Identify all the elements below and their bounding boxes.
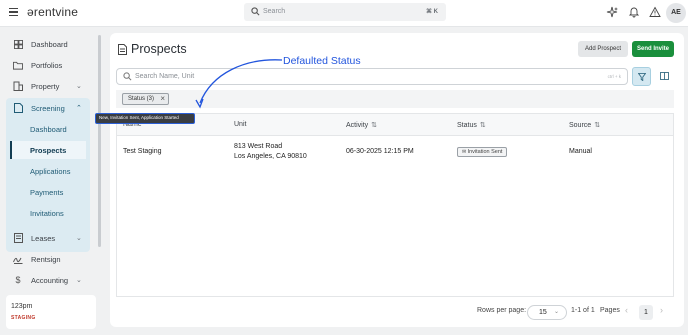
column-label: Source — [569, 122, 592, 129]
search-icon — [251, 7, 260, 16]
logo[interactable]: ərentvine — [27, 5, 78, 19]
sidebar-item-portfolios[interactable]: Portfolios — [6, 56, 90, 74]
chevron-left-icon[interactable]: ‹ — [625, 305, 628, 315]
rows-per-page-value: 15 — [539, 309, 547, 316]
columns-button[interactable] — [655, 67, 674, 86]
sidebar: Dashboard Portfolios Property ⌄ Screenin… — [0, 27, 104, 335]
sidebar-item-label: Dashboard — [31, 39, 68, 49]
sidebar-item-dashboard[interactable]: Dashboard — [6, 35, 90, 53]
cell-unit-line1: 813 West Road — [234, 143, 283, 150]
dollar-icon: $ — [15, 275, 21, 285]
status-filter-chip[interactable]: Status (3) × — [122, 93, 170, 105]
sparkle-icon[interactable] — [606, 6, 618, 18]
dashboard-icon — [12, 38, 24, 50]
chevron-up-icon: ⌃ — [76, 105, 82, 112]
chevron-down-icon: ⌄ — [553, 309, 559, 315]
lease-icon — [12, 232, 24, 244]
search-placeholder: Search Name, Unit — [135, 73, 195, 80]
send-invite-button[interactable]: Send Invite — [632, 41, 674, 57]
sidebar-item-label: Portfolios — [31, 60, 63, 70]
search-placeholder: Search — [263, 8, 286, 15]
cell-source: Manual — [569, 148, 592, 155]
environment-badge: STAGING — [11, 315, 36, 321]
column-header-activity[interactable]: Activity ⇅ — [346, 121, 377, 129]
cell-name: Test Staging — [123, 148, 162, 155]
org-switcher[interactable]: 123pm STAGING — [6, 295, 96, 329]
chevron-down-icon: ⌄ — [76, 83, 82, 90]
chevron-right-icon[interactable]: › — [660, 305, 663, 315]
global-search[interactable]: Search ⌘ K — [244, 3, 446, 21]
rows-per-page-select[interactable]: 15 ⌄ — [527, 305, 567, 320]
sidebar-item-label: Leases — [31, 233, 56, 243]
top-bar: ərentvine Search ⌘ K AE — [0, 0, 688, 27]
sidebar-sub-payments[interactable]: Payments — [10, 183, 86, 201]
sidebar-item-label: Screening — [31, 103, 65, 113]
annotation-label: Defaulted Status — [283, 55, 361, 67]
sidebar-item-label: Accounting — [31, 275, 69, 285]
building-icon — [12, 80, 24, 92]
chevron-down-icon: ⌄ — [76, 235, 82, 242]
range-text: 1-1 of 1 — [571, 307, 595, 314]
status-badge: ✉ Invitation Sent — [457, 147, 508, 157]
sort-icon: ⇅ — [371, 122, 378, 129]
column-label: Status — [457, 122, 477, 129]
chip-label: Status (3) — [128, 96, 155, 102]
search-shortcut: ctrl + k — [607, 74, 621, 79]
prospects-panel: Prospects Add Prospect Send Invite Searc… — [95, 33, 684, 327]
table-header: Name Unit Activity ⇅ Status ⇅ Source ⇅ — [117, 114, 673, 136]
close-icon[interactable]: × — [160, 94, 165, 104]
sidebar-item-screening[interactable]: Screening ⌃ — [6, 99, 90, 117]
columns-icon — [660, 72, 669, 80]
chevron-down-icon: ⌄ — [76, 277, 82, 284]
add-prospect-button[interactable]: Add Prospect — [578, 41, 628, 57]
page-number[interactable]: 1 — [639, 305, 653, 320]
bell-icon[interactable] — [628, 6, 640, 18]
org-name: 123pm — [11, 303, 33, 310]
cell-unit-line2: Los Angeles, CA 90810 — [234, 153, 307, 160]
pages-label: Pages — [600, 307, 620, 314]
rows-per-page-label: Rows per page: — [477, 307, 527, 314]
sidebar-item-accounting[interactable]: $ Accounting ⌄ — [6, 271, 90, 289]
sidebar-item-leases[interactable]: Leases ⌄ — [6, 229, 90, 247]
sort-icon: ⇅ — [594, 122, 601, 129]
folder-icon — [12, 59, 24, 71]
avatar[interactable]: AE — [666, 3, 686, 23]
column-header-unit[interactable]: Unit — [234, 121, 246, 128]
sidebar-item-label: Rentsign — [31, 254, 61, 264]
filter-tooltip: New, Invitation Sent, Application Starte… — [95, 113, 195, 124]
document-icon — [118, 44, 127, 55]
prospects-table: Name Unit Activity ⇅ Status ⇅ Source ⇅ Test… — [116, 113, 674, 297]
filter-icon — [638, 73, 646, 81]
filter-button[interactable] — [632, 67, 651, 86]
column-header-status[interactable]: Status ⇅ — [457, 121, 486, 129]
search-icon — [123, 72, 132, 81]
sort-icon: ⇅ — [479, 122, 486, 129]
column-label: Activity — [346, 122, 369, 129]
sidebar-sub-applications[interactable]: Applications — [10, 162, 86, 180]
column-header-source[interactable]: Source ⇅ — [569, 121, 600, 129]
sidebar-sub-prospects[interactable]: Prospects — [10, 141, 86, 159]
status-label: Invitation Sent — [467, 149, 503, 155]
sidebar-item-property[interactable]: Property ⌄ — [6, 77, 90, 95]
sidebar-item-label: Property — [31, 81, 60, 91]
page-title: Prospects — [131, 42, 187, 56]
sidebar-sub-dashboard[interactable]: Dashboard — [10, 120, 86, 138]
sidebar-scrollbar[interactable] — [98, 35, 101, 247]
sidebar-sub-invitations[interactable]: Invitations — [10, 204, 86, 222]
search-shortcut: ⌘ K — [426, 9, 438, 15]
signature-icon — [12, 253, 24, 265]
annotation-arrow — [195, 59, 283, 109]
cell-activity: 06-30-2025 12:15 PM — [346, 148, 414, 155]
menu-icon[interactable] — [9, 8, 18, 16]
alert-icon[interactable] — [649, 6, 661, 18]
document-icon — [12, 102, 24, 114]
sidebar-item-rentsign[interactable]: Rentsign — [6, 250, 90, 268]
